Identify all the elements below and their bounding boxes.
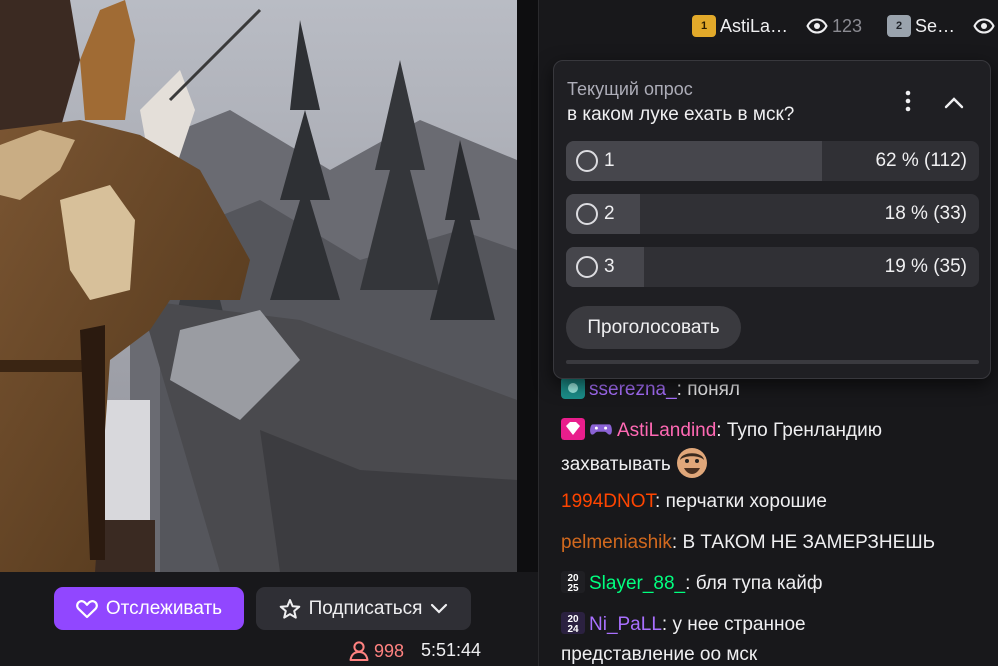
rank-badge: 1 [692,15,716,37]
poll-option-result: 18 % (33) [884,203,967,224]
chat-username[interactable]: ssereznа_ [589,379,677,400]
chat-text: бля тупа кайф [695,573,823,594]
year-badge-icon: 2025 [561,571,585,593]
leaderboard-count: 123 [832,15,863,36]
poll-option-2[interactable]: 2 18 % (33) [566,194,979,234]
heart-icon [76,599,98,618]
subscribe-label: Подписаться [308,597,423,619]
collapse-poll-button[interactable] [942,91,966,115]
chat-username[interactable]: Ni_PaLL [589,614,662,635]
chat-message: 20 24 Ni_PaLL: у нее странное представление… [561,612,806,665]
year-badge-bottom: 24 [567,624,579,634]
poll-option-result: 62 % (112) [875,150,967,171]
chat-username[interactable]: pelmeniashik [561,532,672,553]
video-frame [0,0,517,572]
poll-scrollbar[interactable] [566,360,979,364]
poll-option-label: 1 [604,150,615,171]
chat-text: понял [687,379,740,400]
year-badge-bottom: 25 [567,583,579,593]
poll-card: Текущий опрос в каком луке ехать в мск? … [553,60,991,379]
viewer-count: 998 [348,640,404,662]
poll-option-label: 2 [604,203,615,224]
more-options-button[interactable] [896,89,920,113]
stream-page: Отслеживать Подписаться 998 5:51:44 1 As… [0,0,998,666]
vertical-dots-icon [905,90,911,112]
star-icon [279,598,300,619]
chat-text-continued: представление оо мск [561,644,758,665]
chevron-up-icon [944,97,964,109]
leaderboard-entry-1[interactable]: 1 AstiLa… 123 [692,15,862,37]
poll-question: в каком луке ехать в мск? [567,104,795,125]
person-icon [349,641,369,661]
follow-button[interactable]: Отслеживать [54,587,244,630]
chat-text: перчатки хорошие [665,491,827,512]
radio-icon [576,150,598,172]
viewer-count-value: 998 [374,640,405,661]
video-player[interactable] [0,0,517,572]
gift-leaderboard: 1 AstiLa… 123 2 Se… [539,0,998,52]
poll-label: Текущий опрос [567,79,693,99]
gem-badge-icon [561,418,585,440]
chat-text: Тупо Гренландию [726,420,882,441]
poll-option-label: 3 [604,256,615,277]
chat-message: 20 25 Slayer_88_: бля тупа кайф [561,569,993,599]
poll-option-1[interactable]: 1 62 % (112) [566,141,979,181]
subscribe-button[interactable]: Подписаться [256,587,471,630]
leaderboard-entry-2[interactable]: 2 Se… [887,15,995,37]
radio-icon [576,203,598,225]
year-badge-icon: 2024 [561,612,585,634]
poll-option-result: 19 % (35) [884,256,967,277]
eye-icon [973,18,995,34]
chat-text: В ТАКОМ НЕ ЗАМЕРЗНЕШЬ [682,532,936,553]
chat-message: 1994DNOT: перчатки хорошие [561,491,827,512]
chat-message: pelmeniashik: В ТАКОМ НЕ ЗАМЕРЗНЕШЬ [561,532,936,553]
chat-username[interactable]: 1994DNOT [561,491,655,512]
radio-icon [576,256,598,278]
chat-text: у нее странное [672,614,806,635]
vote-button[interactable]: Проголосовать [566,306,741,349]
chevron-down-icon [431,603,448,614]
follow-label: Отслеживать [105,597,223,619]
chat-text-continued: захватывать [561,454,671,475]
chat-message: AstiLandind: Тупо Гренландию захватывать [561,416,993,480]
leaderboard-user: AstiLa… [720,15,789,36]
poll-option-3[interactable]: 3 19 % (35) [566,247,979,287]
emote-icon [676,448,707,478]
stream-uptime: 5:51:44 [421,640,482,660]
leaderboard-user: Se… [915,15,956,36]
chat-username[interactable]: Slayer_88_ [589,573,685,594]
gamepad-badge-icon [590,424,612,435]
eye-icon [806,18,828,34]
moderator-badge-icon [561,377,585,399]
chat-username[interactable]: AstiLandind [617,420,716,441]
rank-badge: 2 [887,15,911,37]
chat-message: ssereznа_: понял [561,375,993,405]
